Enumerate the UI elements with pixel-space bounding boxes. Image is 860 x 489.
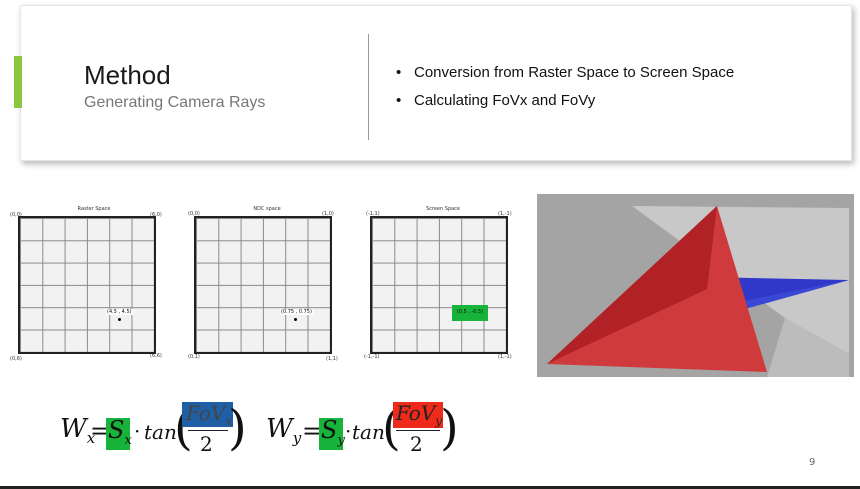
point-highlight: (0.5 , -0.5) <box>452 305 488 321</box>
corner-label-br: (1,1) <box>326 356 338 362</box>
eq-wy-tan: tan <box>352 420 385 444</box>
eq-wy-s: Sy <box>321 416 345 448</box>
corner-label-bl: (-1,-1) <box>364 354 380 360</box>
bullet-list: • Conversion from Raster Space to Screen… <box>394 64 734 120</box>
raster-grid <box>18 216 156 354</box>
accent-bar <box>14 56 22 108</box>
eq-wx-dot: · <box>134 419 141 443</box>
bullet-item: • Conversion from Raster Space to Screen… <box>394 64 734 92</box>
ndc-grid <box>194 216 332 354</box>
eq-wx-num-text: FoV <box>186 401 226 425</box>
frustum-render-image <box>537 194 854 377</box>
header-divider <box>368 34 369 140</box>
slide-title: Method <box>84 60 171 90</box>
eq-wy-num-text: FoV <box>396 401 436 425</box>
header-card: Method Generating Camera Rays • Conversi… <box>20 5 852 161</box>
eq-wx-tan: tan <box>144 420 177 444</box>
subtitle-text: Generating Camera Rays <box>84 94 266 111</box>
equation-wy: Wy <box>266 414 301 447</box>
eq-wy-dot: · <box>345 419 352 443</box>
bullet-item: • Calculating FoVx and FoVy <box>394 92 734 120</box>
eq-wx-den: 2 <box>200 432 213 456</box>
bullet-text: Calculating FoVx and FoVy <box>414 92 596 109</box>
ndc-space-panel: NDC space (0,0) (1,0) (0,1) (1,1) (0.75 … <box>184 204 346 366</box>
frustum-render-icon <box>537 194 854 377</box>
point-label: (0.75 , 0.75) <box>280 309 313 315</box>
eq-wy-rparen: ) <box>440 400 459 456</box>
bullet-text: Conversion from Raster Space to Screen S… <box>414 64 735 81</box>
eq-wy-lhs: W <box>266 414 293 444</box>
point-dot <box>118 318 121 321</box>
eq-wy-s-sub: y <box>337 432 345 448</box>
raster-space-panel: Raster Space (0,0) (6,0) (0,6) (6,6) (4.… <box>8 204 170 366</box>
screen-grid <box>370 216 508 354</box>
eq-wy-s-symbol: S <box>321 416 338 444</box>
eq-wx-fraction-bar <box>188 430 228 431</box>
slide-subtitle: Generating Camera Rays <box>84 94 265 112</box>
eq-wx-lhs: W <box>60 414 87 444</box>
eq-wx-num: FoVx <box>186 401 232 428</box>
bullet-dot-icon: • <box>396 64 402 81</box>
point-label: (4.5 , 4.5) <box>106 309 133 315</box>
corner-label-br: (1,-1) <box>498 354 512 360</box>
bullet-dot-icon: • <box>396 92 402 109</box>
corner-label-bl: (0,1) <box>188 354 200 360</box>
eq-wy-lhs-sub: y <box>292 429 302 448</box>
screen-space-panel: Screen Space (-1,1) (1,-1) (-1,-1) (1,-1… <box>360 204 522 366</box>
corner-label-bl: (0,6) <box>10 356 22 362</box>
eq-wy-num: FoVy <box>396 401 442 428</box>
slide: Method Generating Camera Rays • Conversi… <box>0 0 860 489</box>
eq-wx-rparen: ) <box>228 400 247 456</box>
eq-wx-s-symbol: S <box>108 416 125 444</box>
eq-wx-s: Sx <box>108 416 132 448</box>
eq-wx-s-sub: x <box>124 432 132 448</box>
page-number: 9 <box>809 457 816 468</box>
point-label: (0.5 , -0.5) <box>456 309 484 315</box>
eq-wy-den: 2 <box>410 432 423 456</box>
eq-wy-fraction-bar <box>396 430 440 431</box>
point-dot <box>294 318 297 321</box>
